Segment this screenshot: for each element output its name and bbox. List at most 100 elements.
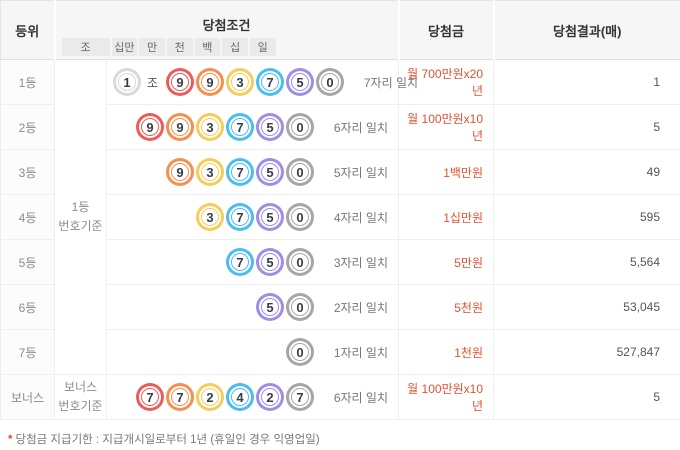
rank-cell: 4등	[0, 194, 55, 240]
group-cell-bonus-line2: 번호기준	[58, 399, 103, 413]
lotto-ball-baek: 7	[226, 158, 254, 186]
condition-cell: 0 1자리 일치	[106, 329, 399, 375]
lotto-ball-cheon: 3	[196, 203, 224, 231]
ball-number: 5	[266, 164, 274, 180]
ball-group: 7 5 0	[226, 248, 314, 276]
rank-cell: 7등	[0, 329, 55, 375]
ball-group: 3 7 5 0	[196, 203, 314, 231]
condition-cell: 9 3 7 5 0 5자리 일치	[106, 149, 399, 195]
lotto-ball-baek: 7	[226, 248, 254, 276]
ball-number: 9	[206, 74, 214, 90]
lotto-ball-il: 7	[286, 383, 314, 411]
prize-cell: 월 100만원x10년	[398, 374, 494, 420]
condition-cell: 5 0 2자리 일치	[106, 284, 399, 330]
rank-cell: 2등	[0, 104, 55, 150]
condition-cell: 3 7 5 0 4자리 일치	[106, 194, 399, 240]
ball-number: 7	[176, 389, 184, 405]
lotto-ball-il: 0	[286, 338, 314, 366]
ball-group: 9 9 3 7 5 0	[136, 113, 314, 141]
result-cell: 1	[493, 59, 680, 105]
result-cell: 5	[493, 104, 680, 150]
digit-label-5: 십	[222, 38, 248, 56]
digit-label-0: 조	[61, 38, 110, 56]
ball-number: 5	[266, 119, 274, 135]
rank-cell: 5등	[0, 239, 55, 285]
ball-number: 9	[176, 164, 184, 180]
lotto-ball-sib: 5	[256, 158, 284, 186]
header-condition: 당첨조건 조 십만 만 천 백 십 일	[53, 0, 399, 60]
lotto-ball-sibman: 9	[166, 68, 195, 96]
ball-number: 2	[206, 389, 214, 405]
match-condition-text: 4자리 일치	[333, 210, 388, 225]
header-condition-title: 당첨조건	[202, 18, 251, 33]
lotto-ball-baek: 7	[256, 68, 285, 96]
result-cell: 53,045	[493, 284, 680, 330]
prize-cell: 1백만원	[398, 149, 494, 195]
lotto-ball-cheon: 3	[196, 113, 224, 141]
lotto-ball-cheon: 3	[196, 158, 224, 186]
result-cell: 595	[493, 194, 680, 240]
lotto-ball-sib: 5	[256, 293, 284, 321]
lotto-ball-man: 7	[166, 383, 194, 411]
footnote: * 당첨금 지급기한 : 지급개시일로부터 1년 (휴일인 경우 익영업일)	[8, 431, 680, 447]
lotto-ball-il: 0	[286, 113, 314, 141]
result-cell: 49	[493, 149, 680, 195]
lotto-ball-baek: 7	[226, 203, 254, 231]
lotto-ball-sib: 5	[256, 203, 284, 231]
prize-cell: 5만원	[398, 239, 494, 285]
match-condition-text: 5자리 일치	[333, 165, 388, 180]
ball-number: 7	[236, 164, 244, 180]
ball-number: 9	[176, 74, 184, 90]
digit-label-1: 십만	[111, 38, 138, 56]
match-condition-text: 2자리 일치	[333, 300, 388, 315]
footnote-text: 당첨금 지급기한 : 지급개시일로부터 1년 (휴일인 경우 익영업일)	[15, 434, 320, 446]
condition-cell: 9 9 3 7 5 0 6자리 일치	[106, 104, 399, 150]
ball-number: 7	[236, 119, 244, 135]
ball-number: 3	[236, 74, 244, 90]
ball-number: 0	[296, 119, 304, 135]
match-condition-text: 6자리 일치	[333, 390, 388, 405]
header-rank: 등위	[0, 0, 55, 60]
ball-number: 0	[296, 344, 304, 360]
ball-number: 9	[176, 119, 184, 135]
ball-number: 2	[266, 389, 274, 405]
lotto-ball-sib: 5	[256, 113, 284, 141]
ball-number: 0	[296, 299, 304, 315]
ball-number: 0	[296, 209, 304, 225]
lotto-ball-cheon: 3	[226, 68, 255, 96]
lotto-ball-sib: 5	[286, 68, 315, 96]
lotto-ball-baek: 4	[226, 383, 254, 411]
ball-number: 3	[206, 164, 214, 180]
header-row: 등위 당첨조건 조 십만 만 천 백 십 일 당첨금 당첨결과(매)	[0, 0, 680, 60]
lotto-ball-sibman: 7	[136, 383, 164, 411]
lotto-ball-man: 9	[166, 113, 194, 141]
ball-number: 0	[296, 254, 304, 270]
lotto-ball-il: 0	[286, 203, 314, 231]
result-cell: 527,847	[493, 329, 680, 375]
lotto-ball-il: 0	[286, 293, 314, 321]
ball-number: 7	[236, 254, 244, 270]
lotto-ball-sibman: 9	[136, 113, 164, 141]
digit-label-6: 일	[249, 38, 276, 56]
rank-cell: 보너스	[0, 374, 55, 420]
ball-number: 7	[236, 209, 244, 225]
lotto-ball-il: 0	[286, 158, 314, 186]
result-cell: 5	[493, 374, 680, 420]
condition-cell: 7 7 2 4 2 7 6자리 일치	[106, 374, 399, 420]
digit-label-3: 천	[166, 38, 193, 56]
table-row: 보너스 보너스 번호기준 7 7 2 4 2 7 6자리 일치 월 100만원x10년 5	[0, 374, 680, 420]
group-cell-bonus-line1: 보너스	[63, 380, 98, 395]
rank-cell: 3등	[0, 149, 55, 195]
digit-label-bar: 조 십만 만 천 백 십 일	[61, 38, 276, 56]
digit-label-2: 만	[139, 38, 165, 56]
lotto-ball-baek: 7	[226, 113, 254, 141]
lotto-ball-il: 0	[286, 248, 314, 276]
rank-cell: 1등	[0, 59, 55, 105]
lotto-ball-man: 9	[166, 158, 194, 186]
group-cell-main-line2: 번호기준	[58, 219, 103, 233]
prize-cell: 월 100만원x10년	[398, 104, 494, 150]
ball-number: 5	[266, 254, 274, 270]
ball-number: 7	[296, 389, 304, 405]
ball-group: 9 3 7 5 0	[166, 158, 314, 186]
match-condition-text: 3자리 일치	[333, 255, 388, 270]
